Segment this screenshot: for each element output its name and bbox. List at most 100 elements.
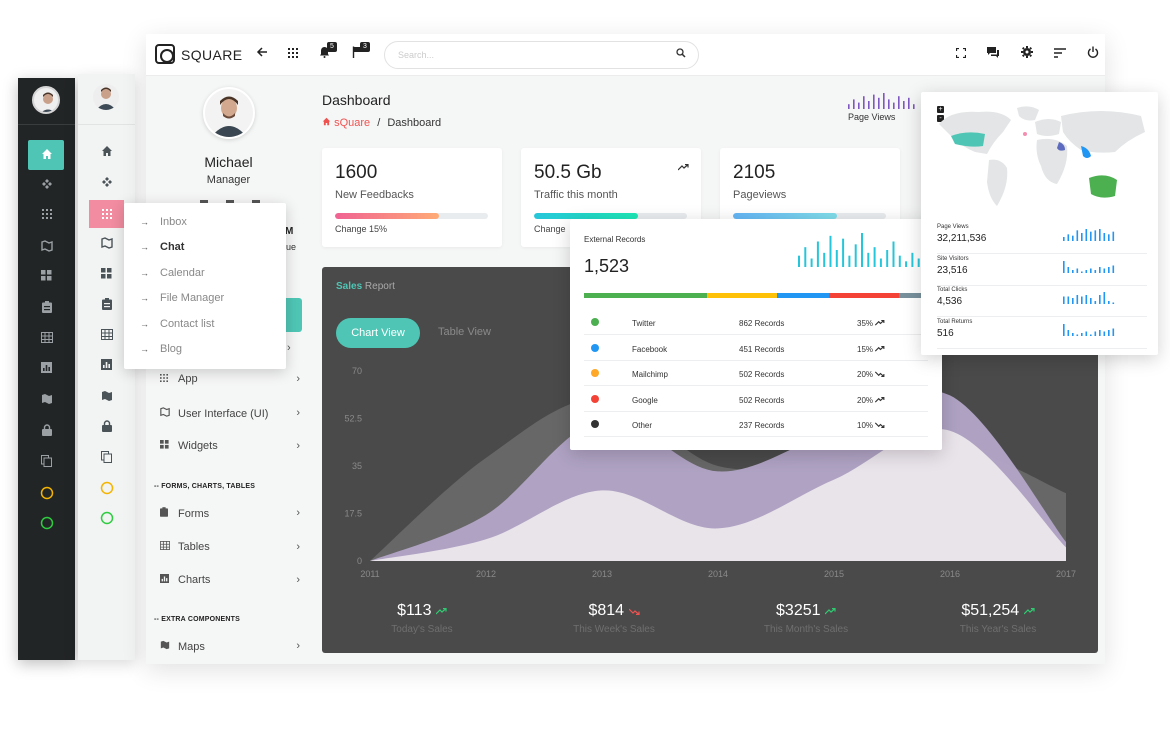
spark-bar (1090, 334, 1092, 336)
gamepad-icon[interactable] (78, 176, 135, 196)
spark-bar (1094, 269, 1097, 273)
spark-bar (848, 104, 850, 109)
spark-bar (1072, 235, 1074, 241)
map-route-icon[interactable] (18, 240, 75, 260)
spark-bar (1094, 230, 1097, 241)
rail-active-apps[interactable] (89, 200, 132, 228)
map-stat-row: Page Views 32,211,536 (937, 224, 1147, 254)
fullscreen-icon[interactable] (955, 46, 967, 61)
apps-grid-icon[interactable] (288, 46, 298, 61)
map-stat-value: 32,211,536 (937, 233, 987, 244)
sidebar-item-app[interactable]: App › (160, 373, 300, 391)
y-tick-label: 52.5 (344, 414, 362, 424)
spark-bar (908, 97, 910, 109)
settings-gear-icon[interactable] (1021, 46, 1033, 61)
submenu-item-contact-list[interactable]: → Contact list (140, 318, 214, 330)
chevron-right-icon: › (296, 407, 300, 419)
search-bar[interactable]: Search... (384, 41, 699, 69)
record-source: Google (632, 395, 658, 405)
spark-bar (1076, 295, 1079, 304)
table-row[interactable]: Facebook 451 Records 15% (584, 336, 928, 361)
spark-bar (1099, 295, 1101, 304)
spark-bar (861, 233, 863, 267)
copy-pages-icon[interactable] (78, 451, 135, 471)
legend-dot (591, 318, 599, 326)
sidebar-item-tables[interactable]: Tables › (160, 541, 300, 559)
table-row[interactable]: Google 502 Records 20% (584, 387, 928, 412)
spark-bar (848, 255, 851, 267)
submenu-item-file-manager[interactable]: → File Manager (140, 292, 224, 304)
breadcrumb-home-link[interactable]: sQuare (322, 117, 373, 129)
sidebar-item-charts[interactable]: Charts › (160, 574, 300, 592)
submenu-item-calendar[interactable]: → Calendar (140, 267, 205, 279)
spark-bar (1063, 296, 1065, 304)
sidebar-item-ui[interactable]: User Interface (UI) › (160, 407, 300, 425)
status-circle-yellow-icon[interactable] (78, 481, 135, 501)
total-week: $814 This Week's Sales (524, 602, 704, 635)
rail-avatar[interactable] (32, 86, 60, 114)
status-circle-green-icon[interactable] (78, 511, 135, 531)
lock-icon[interactable] (78, 420, 135, 440)
spark-bar (1112, 231, 1115, 241)
apps-submenu: → Inbox → Chat → Calendar → File Manager → Co… (124, 203, 286, 369)
home-icon[interactable] (18, 148, 75, 168)
tab-table-view[interactable]: Table View (438, 326, 491, 338)
record-source: Facebook (632, 344, 668, 354)
submenu-item-blog[interactable]: → Blog (140, 343, 182, 355)
spark-bar (867, 252, 870, 267)
sidebar-item-label: App (178, 373, 198, 385)
chat-icon[interactable] (987, 46, 999, 61)
x-tick-label: 2017 (1056, 569, 1076, 579)
back-arrow-icon[interactable] (256, 46, 268, 61)
sidebar-item-forms[interactable]: Forms › (160, 507, 300, 525)
notifications-bell-icon[interactable]: 5 (319, 42, 337, 61)
chevron-right-icon: › (296, 640, 300, 652)
lock-icon[interactable] (18, 424, 75, 444)
sort-lines-icon[interactable] (1054, 46, 1066, 61)
total-label: This Week's Sales (573, 624, 655, 635)
status-circle-yellow-icon[interactable] (18, 486, 75, 506)
profile-avatar[interactable] (203, 87, 255, 139)
search-icon[interactable] (676, 48, 686, 61)
spark-bar (903, 101, 905, 109)
spark-bar (1085, 229, 1088, 241)
asia-shape (1061, 111, 1145, 153)
spark-bar (1081, 296, 1083, 304)
spark-bar (1112, 265, 1115, 273)
table-icon[interactable] (18, 332, 75, 352)
sidebar-item-widgets[interactable]: Widgets › (160, 440, 300, 458)
table-row[interactable]: Other 237 Records 10% (584, 412, 928, 437)
status-circle-green-icon[interactable] (18, 516, 75, 536)
trend-up-icon (875, 319, 885, 328)
search-input[interactable]: Search... (398, 50, 434, 60)
chevron-right-icon: › (296, 541, 300, 553)
apps-grid-icon[interactable] (18, 209, 75, 229)
map-icon[interactable] (78, 390, 135, 410)
tab-chart-view[interactable]: Chart View (336, 318, 420, 348)
sidebar-item-maps[interactable]: Maps › (160, 640, 300, 658)
submenu-item-inbox[interactable]: → Inbox (140, 216, 187, 228)
map-icon[interactable] (18, 393, 75, 413)
clipboard-icon[interactable] (18, 301, 75, 321)
table-row[interactable]: Twitter 862 Records 35% (584, 310, 928, 335)
spark-bar (868, 101, 870, 109)
gamepad-icon[interactable] (18, 178, 75, 198)
map-stat-value: 4,536 (937, 296, 963, 307)
sidebar-item-label: Forms (178, 508, 210, 520)
copy-pages-icon[interactable] (18, 455, 75, 475)
submenu-item-chat[interactable]: → Chat (140, 241, 184, 253)
home-icon[interactable] (78, 145, 135, 165)
flag-icon[interactable]: 3 (352, 42, 370, 61)
world-map-card: + - Page Views 32,211,536 Site Visitors 23,… (921, 92, 1158, 355)
external-records-title: External Records (584, 235, 646, 244)
spark-bar (1067, 266, 1070, 273)
power-icon[interactable] (1087, 46, 1099, 61)
record-source: Mailchimp (632, 370, 669, 379)
rail-light-avatar[interactable] (93, 84, 119, 110)
widgets-icon[interactable] (18, 270, 75, 290)
spark-bar (1072, 332, 1074, 336)
table-row[interactable]: Mailchimp 502 Records 20% (584, 361, 928, 386)
stat-label: New Feedbacks (335, 189, 414, 201)
australia-highlight (1089, 175, 1117, 198)
bar-chart-icon[interactable] (18, 362, 75, 382)
